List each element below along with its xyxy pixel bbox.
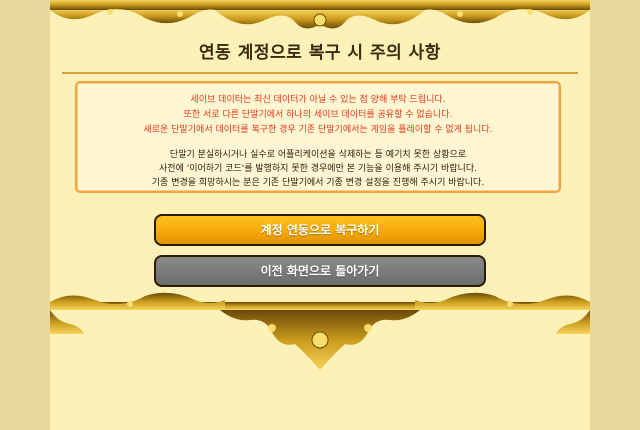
- info-line-2: 사전에 '이어하기 코드'를 발행하지 못한 경우에만 본 기능을 이용해 주시…: [159, 164, 477, 174]
- warning-line-1: 세이브 데이터는 최신 데이터가 아닐 수 있는 점 양해 부탁 드립니다.: [190, 95, 446, 105]
- warning-line-3: 새로운 단말기에서 데이터를 복구한 경우 기존 단말기에서는 게임을 플레이할…: [143, 125, 493, 135]
- restore-with-linked-account-button[interactable]: 계정 연동으로 복구하기: [154, 214, 486, 246]
- bottom-ornament-border: [50, 292, 590, 370]
- notice-panel: 연동 계정으로 복구 시 주의 사항 세이브 데이터는 최신 데이터가 아닐 수…: [50, 0, 590, 430]
- page-title: 연동 계정으로 복구 시 주의 사항: [199, 43, 441, 63]
- dialog-screen: 연동 계정으로 복구 시 주의 사항 세이브 데이터는 최신 데이터가 아닐 수…: [0, 0, 640, 430]
- back-to-previous-screen-button[interactable]: 이전 화면으로 돌아가기: [154, 255, 486, 287]
- warning-line-2: 또한 서로 다른 단말기에서 하나의 세이브 데이터를 공유할 수 없습니다.: [183, 110, 453, 120]
- side-margin-right: [590, 0, 640, 430]
- info-line-3: 기종 변경을 희망하시는 분은 기존 단말기에서 기종 변경 설정을 진행해 주…: [151, 178, 485, 188]
- title-divider: [62, 72, 578, 74]
- side-margin-left: [0, 0, 50, 430]
- notice-box: 세이브 데이터는 최신 데이터가 아닐 수 있는 점 양해 부탁 드립니다. 또…: [75, 81, 561, 193]
- info-line-1: 단말기 분실하시거나 실수로 어플리케이션을 삭제하는 등 예기치 못한 상황으…: [169, 150, 467, 160]
- top-ornament-border: [50, 0, 590, 29]
